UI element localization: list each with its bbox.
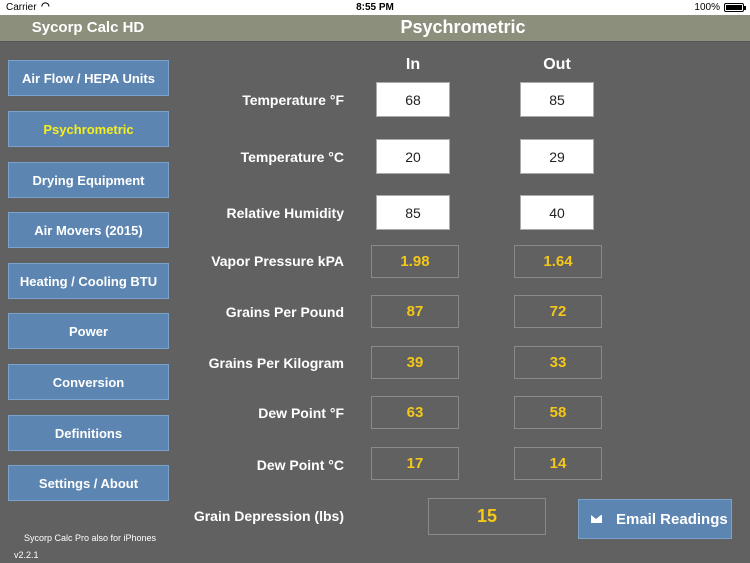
grains-lb-out-value: 72 bbox=[514, 295, 602, 328]
page-title: Psychrometric bbox=[400, 17, 526, 37]
header-bar: Sycorp Calc HD Psychrometric bbox=[0, 15, 750, 42]
column-header-out: Out bbox=[543, 56, 571, 73]
sidebar-item-air-movers[interactable]: Air Movers (2015) bbox=[8, 212, 169, 248]
dew-f-out-value: 58 bbox=[514, 396, 602, 429]
dew-c-in-value: 17 bbox=[371, 447, 459, 480]
email-readings-label: Email Readings bbox=[616, 510, 728, 528]
sidebar-item-power[interactable]: Power bbox=[8, 313, 169, 349]
iphone-note: Sycorp Calc Pro also for iPhones bbox=[24, 533, 157, 543]
app-title: Sycorp Calc HD bbox=[31, 19, 145, 36]
dew-f-in-value: 63 bbox=[371, 396, 459, 429]
temp-c-label: Temperature °C bbox=[240, 149, 344, 165]
grains-lb-in-value: 87 bbox=[371, 295, 459, 328]
sidebar-item-air-flow[interactable]: Air Flow / HEPA Units bbox=[8, 60, 169, 96]
grains-kg-label: Grains Per Kilogram bbox=[208, 355, 344, 371]
battery-percent: 100% bbox=[694, 2, 720, 13]
sidebar-item-psychrometric[interactable]: Psychrometric bbox=[8, 111, 169, 147]
vapor-pressure-in-value: 1.98 bbox=[371, 245, 459, 278]
battery-icon bbox=[724, 3, 746, 12]
grain-depression-label: Grain Depression (lbs) bbox=[193, 508, 344, 524]
temp-c-in-input[interactable] bbox=[376, 139, 450, 174]
temp-c-out-input[interactable] bbox=[520, 139, 594, 174]
envelope-icon bbox=[591, 515, 602, 523]
temp-f-out-input[interactable] bbox=[520, 82, 594, 117]
status-bar: Carrier ◠ 8:55 PM 100% bbox=[0, 0, 750, 15]
vapor-pressure-out-value: 1.64 bbox=[514, 245, 602, 278]
grains-lb-label: Grains Per Pound bbox=[225, 304, 344, 320]
sidebar-item-heating-cooling[interactable]: Heating / Cooling BTU bbox=[8, 263, 169, 299]
status-time: 8:55 PM bbox=[356, 2, 394, 13]
grains-kg-out-value: 33 bbox=[514, 346, 602, 379]
dew-f-label: Dew Point °F bbox=[258, 405, 344, 421]
temp-f-label: Temperature °F bbox=[242, 92, 344, 108]
vapor-pressure-label: Vapor Pressure kPA bbox=[211, 253, 344, 269]
email-readings-button[interactable]: Email Readings bbox=[578, 499, 732, 539]
rh-out-input[interactable] bbox=[520, 195, 594, 230]
grains-kg-in-value: 39 bbox=[371, 346, 459, 379]
grain-depression-value: 15 bbox=[428, 498, 546, 535]
sidebar-item-settings[interactable]: Settings / About bbox=[8, 465, 169, 501]
sidebar-item-drying-equipment[interactable]: Drying Equipment bbox=[8, 162, 169, 198]
sidebar-item-definitions[interactable]: Definitions bbox=[8, 415, 169, 451]
rh-label: Relative Humidity bbox=[226, 205, 344, 221]
sidebar-item-conversion[interactable]: Conversion bbox=[8, 364, 169, 400]
dew-c-label: Dew Point °C bbox=[256, 457, 344, 473]
temp-f-in-input[interactable] bbox=[376, 82, 450, 117]
rh-in-input[interactable] bbox=[376, 195, 450, 230]
column-header-in: In bbox=[405, 56, 421, 73]
version-label: v2.2.1 bbox=[14, 550, 39, 560]
dew-c-out-value: 14 bbox=[514, 447, 602, 480]
